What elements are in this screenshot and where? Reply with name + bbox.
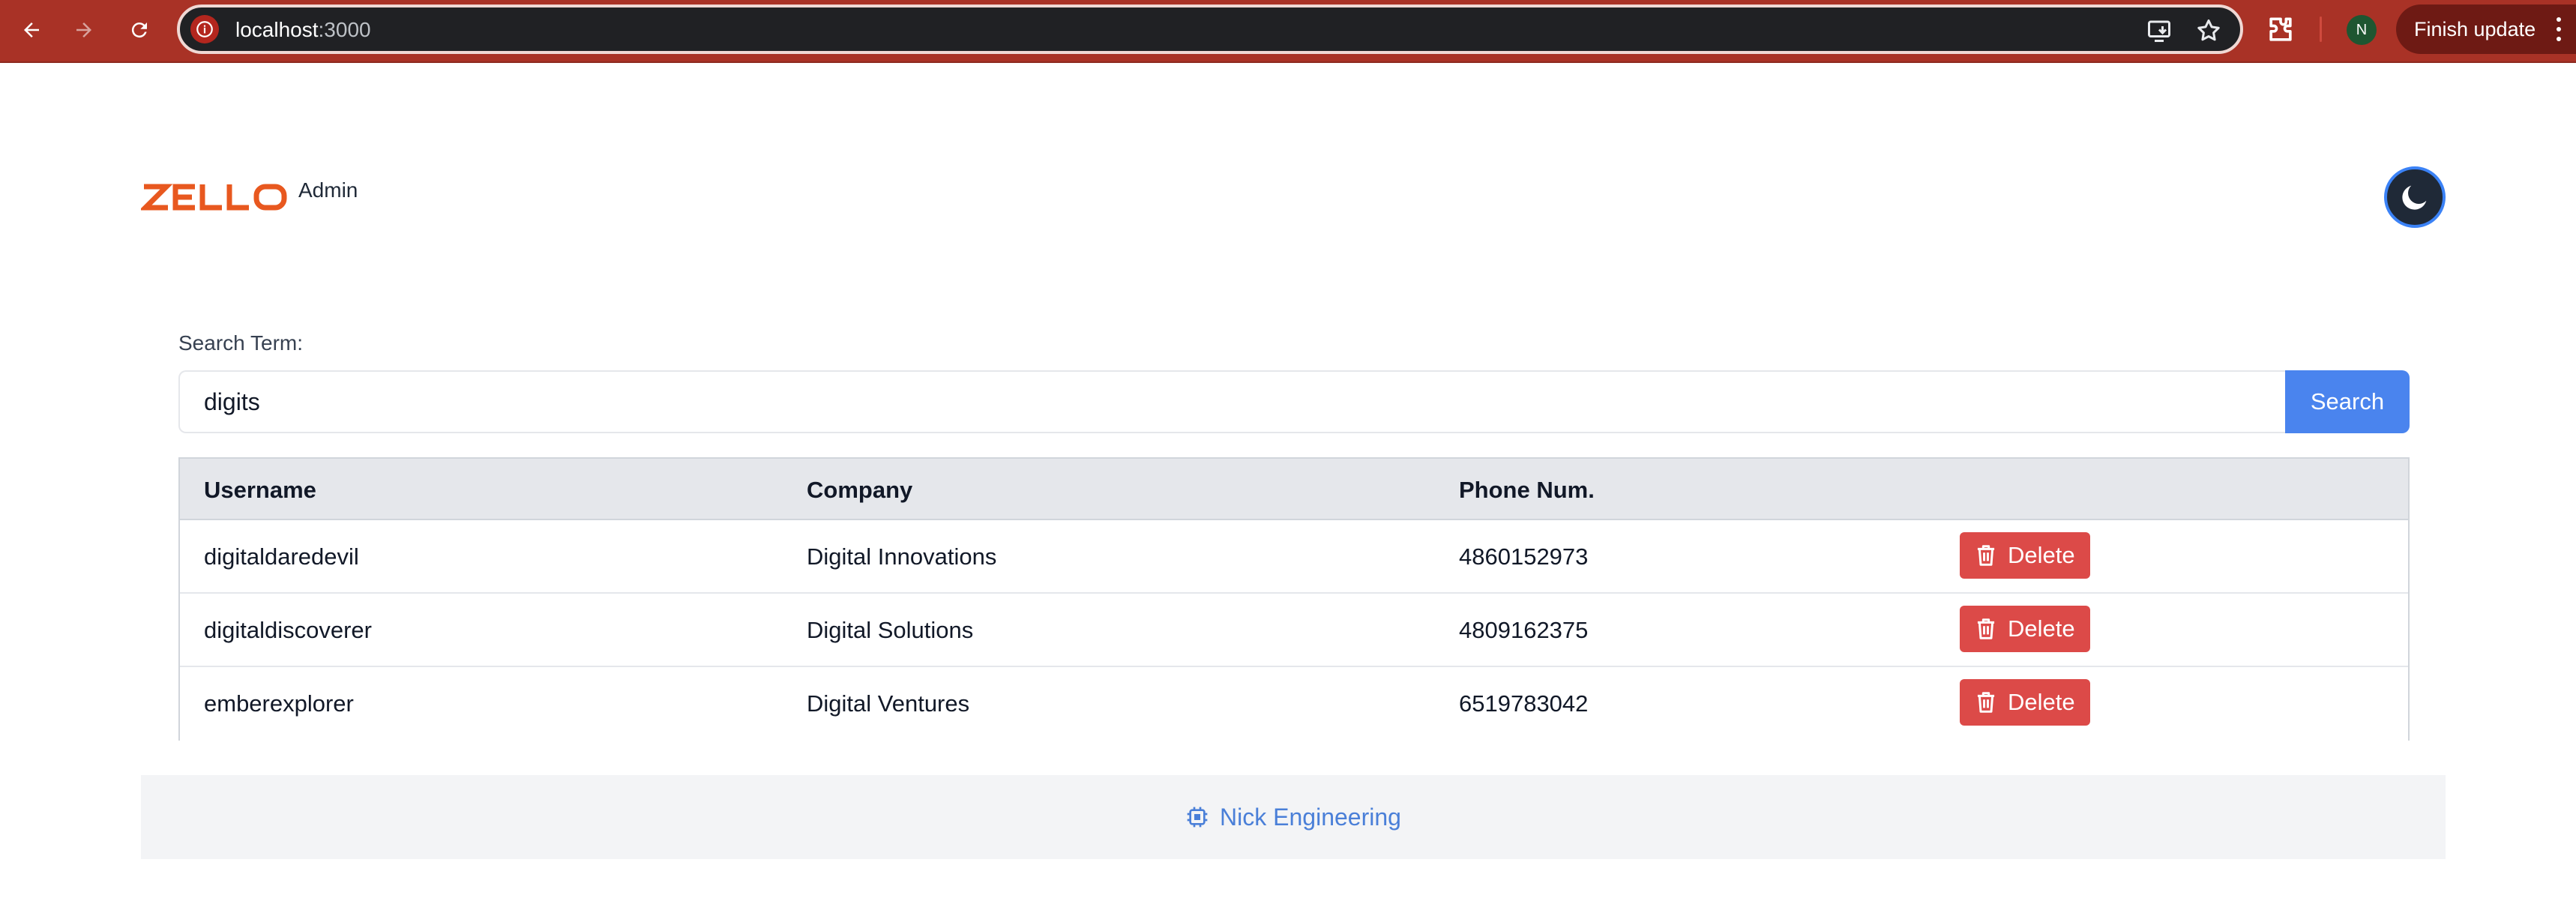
username-cell: digitaldiscoverer (204, 617, 372, 643)
profile-initial: N (2356, 21, 2368, 38)
address-bar[interactable]: localhost:3000 (177, 4, 2243, 54)
table-row: emberexplorer Digital Ventures 651978304… (180, 667, 2408, 741)
column-header-company: Company (807, 477, 913, 503)
table-row: digitaldaredevil Digital Innovations 486… (180, 520, 2408, 594)
search-term-label: Search Term: (178, 331, 303, 355)
site-info-icon[interactable] (190, 15, 219, 43)
browser-toolbar: localhost:3000 N Finish update (0, 0, 2576, 63)
chip-icon (1187, 807, 1208, 828)
reload-icon (131, 22, 147, 38)
search-button[interactable]: Search (2285, 370, 2410, 433)
finish-update-button[interactable]: Finish update (2396, 4, 2576, 54)
company-cell: Digital Innovations (807, 543, 997, 570)
install-app-icon[interactable] (2146, 17, 2173, 44)
more-menu-icon[interactable] (2557, 17, 2563, 41)
delete-label: Delete (2008, 689, 2075, 715)
profile-avatar[interactable]: N (2347, 15, 2377, 45)
finish-update-label: Finish update (2414, 17, 2536, 40)
back-button[interactable] (12, 10, 51, 49)
url-text[interactable]: localhost:3000 (235, 18, 371, 42)
puzzle-icon (2269, 17, 2292, 41)
delete-button[interactable]: Delete (1960, 679, 2090, 726)
trash-icon (1977, 618, 1995, 639)
table-row: digitaldiscoverer Digital Solutions 4809… (180, 594, 2408, 667)
search-input[interactable] (178, 370, 2287, 433)
arrow-left-icon (24, 22, 39, 37)
toolbar-separator (2320, 16, 2322, 42)
phone-cell: 4809162375 (1459, 617, 1589, 643)
phone-cell: 4860152973 (1459, 543, 1589, 570)
phone-cell: 6519783042 (1459, 690, 1589, 717)
results-table: Username Company Phone Num. digitaldared… (178, 457, 2410, 741)
trash-icon (1977, 545, 1995, 566)
url-host: localhost (235, 18, 319, 41)
url-port: :3000 (318, 18, 371, 41)
forward-button[interactable] (64, 10, 103, 49)
username-cell: emberexplorer (204, 690, 354, 717)
column-header-phone: Phone Num. (1459, 477, 1595, 503)
delete-label: Delete (2008, 615, 2075, 642)
table-header-row: Username Company Phone Num. (180, 459, 2408, 520)
company-cell: Digital Solutions (807, 617, 974, 643)
reload-button[interactable] (120, 10, 159, 49)
admin-label: Admin (298, 178, 358, 202)
footer-credit-link[interactable]: Nick Engineering (1220, 804, 1401, 831)
username-cell: digitaldaredevil (204, 543, 359, 570)
moon-icon (2402, 185, 2427, 210)
extensions-button[interactable] (2264, 13, 2297, 46)
delete-button[interactable]: Delete (1960, 532, 2090, 579)
zello-logo (141, 184, 287, 211)
column-header-username: Username (204, 477, 316, 503)
delete-label: Delete (2008, 542, 2075, 568)
footer: Nick Engineering (141, 775, 2446, 859)
bookmark-star-icon[interactable] (2195, 17, 2222, 44)
delete-button[interactable]: Delete (1960, 606, 2090, 652)
theme-toggle-button[interactable] (2384, 166, 2446, 228)
trash-icon (1977, 692, 1995, 713)
arrow-right-icon (76, 22, 91, 37)
company-cell: Digital Ventures (807, 690, 970, 717)
